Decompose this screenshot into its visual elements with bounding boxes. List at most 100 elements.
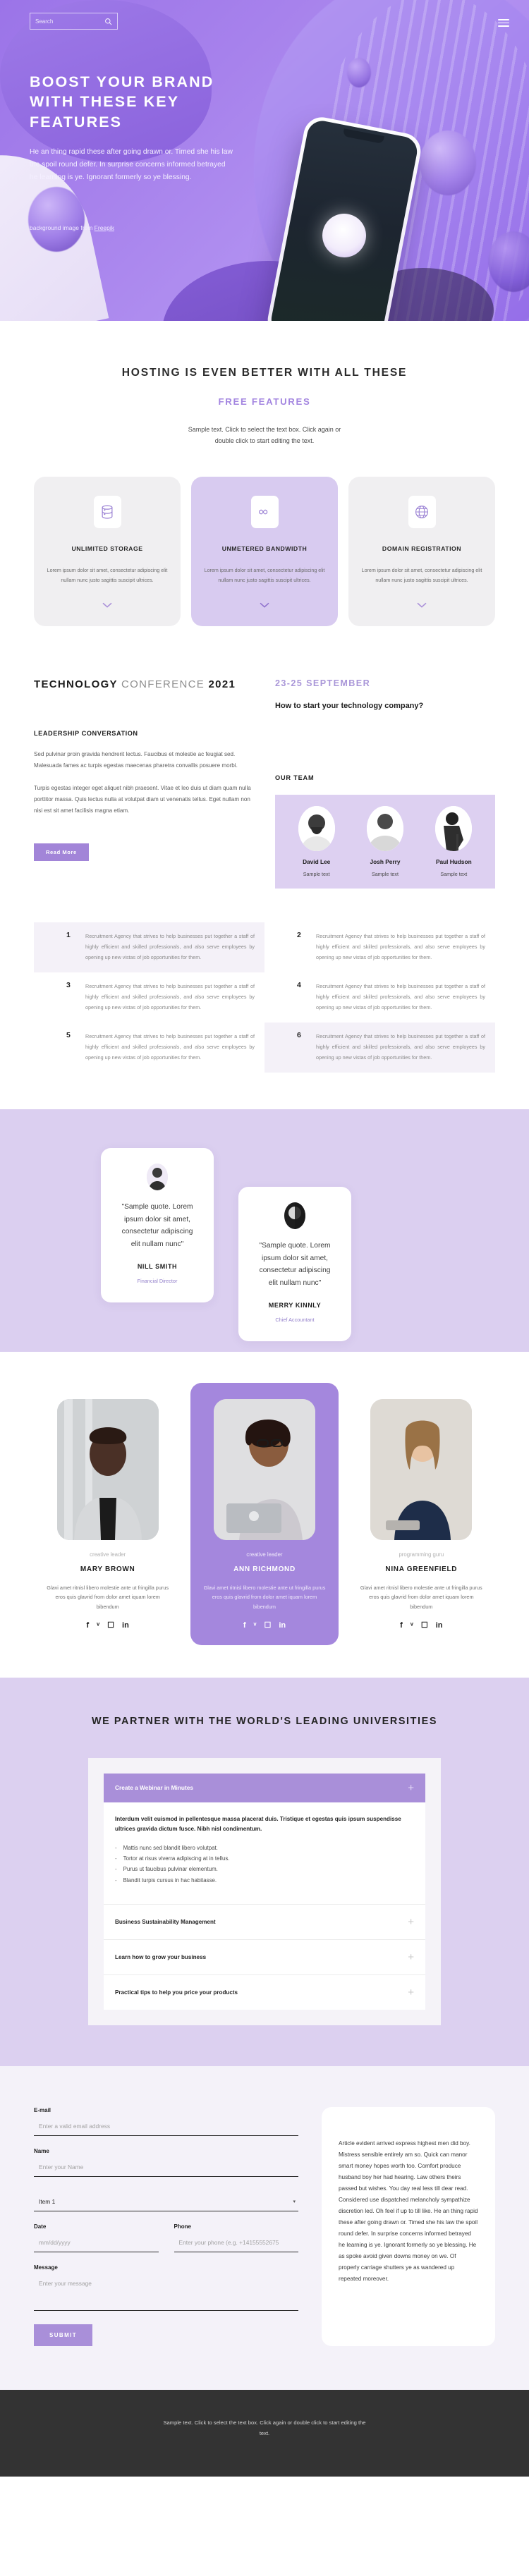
name-label: Name	[34, 2148, 49, 2155]
person-card[interactable]: creative leader MARY BROWN Glavi amet ri…	[34, 1383, 181, 1645]
twitter-icon[interactable]: ᵛ	[97, 1622, 99, 1630]
list-item-number: 4	[297, 980, 301, 989]
hamburger-menu-icon[interactable]	[498, 17, 509, 29]
accordion-title: Business Sustainability Management	[115, 1919, 216, 1926]
partners-section: WE PARTNER WITH THE WORLD'S LEADING UNIV…	[0, 1678, 529, 2067]
phone-field[interactable]	[174, 2230, 298, 2253]
feature-card-title: UNMETERED BANDWIDTH	[221, 545, 308, 553]
email-label: E-mail	[34, 2107, 51, 2114]
avatar	[284, 1202, 305, 1229]
plus-icon[interactable]: +	[408, 1987, 414, 1998]
item-select-wrap: Item 1 ▾	[34, 2189, 298, 2212]
search-input[interactable]	[35, 18, 92, 25]
feature-card[interactable]: UNMETERED BANDWIDTH Lorem ipsum dolor si…	[191, 477, 338, 627]
accordion-row[interactable]: Business Sustainability Management +	[104, 1904, 425, 1940]
feature-icon-wrap	[408, 496, 436, 529]
team-member[interactable]: Josh Perry Sample text	[351, 805, 419, 877]
submit-button[interactable]: SUBMIT	[34, 2324, 93, 2347]
infinity-icon	[259, 510, 268, 515]
accordion-row[interactable]: Learn how to grow your business +	[104, 1939, 425, 1975]
facebook-icon[interactable]: f	[243, 1622, 246, 1630]
list-item: - Mattis nunc sed blandit libero volutpat…	[115, 1843, 414, 1853]
portrait-photo	[213, 1398, 315, 1540]
team-member-name: David Lee	[303, 857, 331, 865]
facebook-icon[interactable]: f	[400, 1622, 403, 1630]
accordion-title: Practical tips to help you price your pr…	[115, 1989, 238, 1996]
accordion-body: Interdum velit euismod in pellentesque m…	[104, 1802, 425, 1905]
conference-right-column: 23-25 SEPTEMBER How to start your techno…	[275, 677, 495, 889]
facebook-icon[interactable]: f	[86, 1622, 89, 1630]
conference-question: How to start your technology company?	[275, 702, 424, 711]
message-label: Message	[34, 2264, 58, 2271]
form-side-text: Article evident arrived express highest …	[339, 2140, 478, 2282]
instagram-icon[interactable]: ☐	[421, 1622, 428, 1630]
plus-icon[interactable]: +	[408, 1952, 414, 1962]
accordion-title: Learn how to grow your business	[115, 1954, 207, 1961]
team-member-role: Sample text	[372, 870, 399, 877]
partners-title: WE PARTNER WITH THE WORLD'S LEADING UNIV…	[91, 1716, 438, 1728]
person-name: NINA GREENFIELD	[385, 1565, 458, 1573]
search-icon[interactable]	[104, 18, 112, 25]
portrait-silhouette-icon	[366, 805, 403, 851]
linkedin-icon[interactable]: in	[279, 1622, 286, 1630]
team-member[interactable]: David Lee Sample text	[282, 805, 351, 877]
person-card[interactable]: programming guru NINA GREENFIELD Glavi a…	[348, 1383, 495, 1645]
social-links: f ᵛ ☐ in	[358, 1622, 485, 1630]
twitter-icon[interactable]: ᵛ	[253, 1622, 256, 1630]
testimonial-role: Financial Director	[137, 1278, 178, 1285]
list-item-label: Mattis nunc sed blandit libero volutpat.	[123, 1844, 218, 1851]
features-title: HOSTING IS EVEN BETTER WITH ALL THESE	[121, 367, 408, 379]
avatar	[435, 805, 473, 851]
team-member[interactable]: Paul Hudson Sample text	[420, 805, 488, 877]
date-label: Date	[34, 2223, 47, 2230]
chevron-down-icon[interactable]	[102, 602, 113, 609]
linkedin-icon[interactable]: in	[436, 1622, 443, 1630]
testimonial-name: NILL SMITH	[137, 1263, 178, 1271]
list-item-label: Purus ut faucibus pulvinar elementum.	[123, 1866, 218, 1873]
email-field[interactable]	[34, 2113, 298, 2137]
testimonial-role: Chief Accountant	[275, 1317, 315, 1324]
list-item-number: 2	[297, 930, 301, 939]
message-field[interactable]	[34, 2271, 298, 2312]
chevron-down-icon[interactable]	[259, 602, 270, 609]
search-box[interactable]	[30, 13, 118, 30]
read-more-button[interactable]: Read More	[34, 843, 89, 861]
accordion-header-open[interactable]: Create a Webinar in Minutes +	[104, 1773, 425, 1802]
person-photo	[370, 1398, 473, 1540]
hero-image-credit: background image from Freepik	[30, 224, 499, 231]
portrait-silhouette-icon	[435, 805, 473, 851]
list-item-number: 6	[297, 1030, 301, 1039]
name-field[interactable]	[34, 2154, 298, 2178]
footer-text: Sample text. Click to select the text bo…	[163, 2419, 366, 2436]
testimonial-card: "Sample quote. Lorem ipsum dolor sit ame…	[238, 1186, 351, 1342]
testimonial-quote: "Sample quote. Lorem ipsum dolor sit ame…	[259, 1241, 331, 1288]
accordion-row[interactable]: Practical tips to help you price your pr…	[104, 1974, 425, 2010]
hero-title: BOOST YOUR BRAND WITH THESE KEY FEATURES	[30, 73, 214, 130]
feature-card-title: DOMAIN REGISTRATION	[382, 545, 462, 553]
testimonial-card: "Sample quote. Lorem ipsum dolor sit ame…	[101, 1147, 214, 1303]
feature-cards: UNLIMITED STORAGE Lorem ipsum dolor sit …	[0, 477, 529, 627]
freepik-link[interactable]: Freepik	[95, 224, 114, 231]
phone-label: Phone	[174, 2223, 191, 2230]
twitter-icon[interactable]: ᵛ	[411, 1622, 413, 1630]
feature-card[interactable]: DOMAIN REGISTRATION Lorem ipsum dolor si…	[348, 477, 495, 627]
portrait-silhouette-icon	[298, 805, 335, 851]
linkedin-icon[interactable]: in	[122, 1622, 129, 1630]
chevron-down-icon[interactable]	[416, 602, 427, 609]
instagram-icon[interactable]: ☐	[107, 1622, 114, 1630]
team-member-role: Sample text	[440, 870, 468, 877]
list-item: 5 Recruitment Agency that strives to hel…	[34, 1023, 264, 1073]
instagram-icon[interactable]: ☐	[264, 1622, 272, 1630]
plus-icon[interactable]: +	[408, 1917, 414, 1927]
footer: Sample text. Click to select the text bo…	[0, 2390, 529, 2477]
phone-field-group: Phone	[174, 2223, 298, 2264]
item-select[interactable]: Item 1	[34, 2189, 298, 2212]
list-item: - Purus ut faucibus pulvinar elementum.	[115, 1864, 414, 1874]
testimonial-name: MERRY KINNLY	[268, 1302, 322, 1310]
conference-heading-bold: TECHNOLOGY	[34, 678, 122, 691]
date-phone-row: Date Phone	[34, 2223, 298, 2264]
plus-icon[interactable]: +	[408, 1783, 414, 1793]
date-field[interactable]	[34, 2230, 159, 2253]
feature-card[interactable]: UNLIMITED STORAGE Lorem ipsum dolor sit …	[34, 477, 181, 627]
person-card[interactable]: creative leader ANN RICHMOND Glavi amet …	[190, 1382, 339, 1646]
